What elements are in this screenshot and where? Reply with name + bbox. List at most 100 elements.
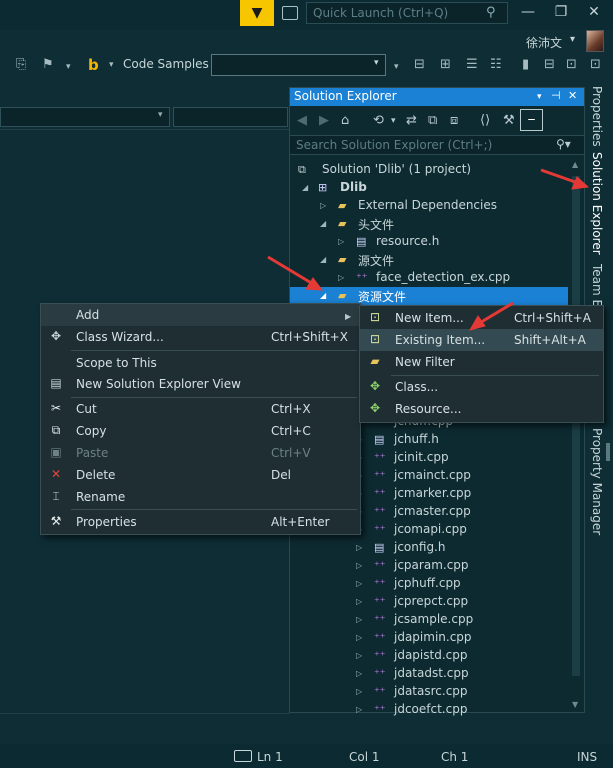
tree-item-file[interactable]: ▷ ⁺⁺ jcsample.cpp <box>290 611 568 629</box>
collapsed-arrow-icon[interactable]: ▷ <box>338 273 344 282</box>
show-all-files-icon[interactable]: ⧈ <box>450 113 458 128</box>
tree-item-folder[interactable]: ▷ ▰ External Dependencies <box>290 197 568 215</box>
menu-item-resource[interactable]: ✥ Resource... <box>360 398 603 420</box>
menu-item-cut[interactable]: ✂ Cut Ctrl+X <box>41 398 360 420</box>
search-icon[interactable]: ⚲▾ <box>556 137 571 151</box>
minimize-button[interactable]: — <box>516 4 540 20</box>
collapsed-arrow-icon[interactable]: ▷ <box>320 201 326 210</box>
tree-item-file[interactable]: ▷ ⁺⁺ jdapimin.cpp <box>290 629 568 647</box>
collapsed-arrow-icon[interactable]: ▷ <box>356 561 362 570</box>
tree-item-file[interactable]: ▷ ⁺⁺ jcparam.cpp <box>290 557 568 575</box>
collapse-all-icon[interactable]: ⧉ <box>428 113 437 128</box>
wrench-icon[interactable]: ⚒ <box>503 113 515 128</box>
menu-item-copy[interactable]: ⧉ Copy Ctrl+C <box>41 420 360 442</box>
chevron-down-icon[interactable]: ▾ <box>570 34 575 45</box>
collapsed-arrow-icon[interactable]: ▷ <box>356 579 362 588</box>
collapsed-arrow-icon[interactable]: ▷ <box>356 597 362 606</box>
back-icon[interactable]: ◀ <box>297 113 307 128</box>
user-name[interactable]: 徐沛文 <box>526 34 562 51</box>
close-icon[interactable]: ✕ <box>568 89 577 102</box>
expanded-arrow-icon[interactable]: ◢ <box>302 183 308 192</box>
menu-item-rename[interactable]: ⌶ Rename <box>41 486 360 508</box>
collapsed-arrow-icon[interactable]: ▷ <box>356 687 362 696</box>
collapsed-arrow-icon[interactable]: ▷ <box>356 615 362 624</box>
bookmark-icon[interactable]: ▮ <box>522 57 529 72</box>
search-icon[interactable]: ⚲ <box>486 5 496 20</box>
home-icon[interactable]: ⌂ <box>341 113 349 128</box>
avatar[interactable] <box>586 30 604 52</box>
toolbar-icon[interactable]: ⊡ <box>590 57 601 72</box>
toolbar-icon[interactable]: ⊞ <box>440 57 451 72</box>
toolbar-icon[interactable]: ⚑ <box>42 57 54 72</box>
scroll-up-icon[interactable]: ▲ <box>572 160 578 169</box>
toolbar-icon[interactable]: ⊟ <box>544 57 555 72</box>
expanded-arrow-icon[interactable]: ◢ <box>320 255 326 264</box>
tree-item-file[interactable]: ▷ ▤ resource.h <box>290 233 568 251</box>
menu-item-existing-item[interactable]: ⊡ Existing Item... Shift+Alt+A <box>360 329 603 351</box>
toolbar-icon[interactable]: ⊡ <box>566 57 577 72</box>
menu-item-new-item[interactable]: ⊡ New Item... Ctrl+Shift+A <box>360 307 603 329</box>
menu-item-new-filter[interactable]: ▰ New Filter <box>360 351 603 373</box>
menu-item-paste[interactable]: ▣ Paste Ctrl+V <box>41 442 360 464</box>
chevron-down-icon[interactable]: ▾ <box>158 110 163 120</box>
expanded-arrow-icon[interactable]: ◢ <box>320 219 326 228</box>
close-button[interactable]: ✕ <box>582 4 606 20</box>
tree-item-file[interactable]: ▷ ⁺⁺ jcphuff.cpp <box>290 575 568 593</box>
scrollbar-thumb[interactable] <box>572 176 580 676</box>
chevron-down-icon[interactable]: ▾ <box>537 92 542 102</box>
tree-item-file[interactable]: ▷ ⁺⁺ face_detection_ex.cpp <box>290 269 568 287</box>
menu-item-class[interactable]: ✥ Class... <box>360 376 603 398</box>
chevron-down-icon[interactable]: ▾ <box>109 60 114 70</box>
collapsed-arrow-icon[interactable]: ▷ <box>338 237 344 246</box>
tree-item-folder[interactable]: ◢ ▰ 头文件 <box>290 215 568 233</box>
tab-solution-explorer[interactable]: Solution Explorer <box>586 152 604 255</box>
menu-item-add[interactable]: Add <box>41 304 360 326</box>
restore-button[interactable]: ❐ <box>549 4 573 20</box>
sync-icon[interactable]: ⇄ <box>406 113 417 128</box>
solution-explorer-search-input[interactable]: Search Solution Explorer (Ctrl+;) <box>290 135 584 155</box>
tree-item-file[interactable]: ▷ ▤ jconfig.h <box>290 539 568 557</box>
tree-item-file[interactable]: ▷ ⁺⁺ jdatasrc.cpp <box>290 683 568 701</box>
tree-item-solution[interactable]: ⧉ Solution 'Dlib' (1 project) <box>290 161 568 179</box>
code-view-icon[interactable]: ⟨⟩ <box>480 113 490 128</box>
code-samples-input[interactable] <box>211 54 386 76</box>
tree-item-project[interactable]: ◢ ⊞ Dlib <box>290 179 568 197</box>
navigation-dropdown[interactable] <box>0 107 170 127</box>
tree-item-file[interactable]: ▷ ⁺⁺ jdcoefct.cpp <box>290 701 568 719</box>
toolbar-icon[interactable]: ☰ <box>466 57 478 72</box>
history-icon[interactable]: ⟲ <box>373 113 384 128</box>
bing-icon[interactable]: b <box>88 56 99 74</box>
expanded-arrow-icon[interactable]: ◢ <box>320 291 326 300</box>
tree-item-file[interactable]: ▷ ⁺⁺ jdapistd.cpp <box>290 647 568 665</box>
preview-selected-icon[interactable]: ⎯ <box>520 109 543 131</box>
tree-item-folder[interactable]: ◢ ▰ 源文件 <box>290 251 568 269</box>
tree-item-file[interactable]: ▷ ⁺⁺ jcprepct.cpp <box>290 593 568 611</box>
menu-item-scope-to-this[interactable]: Scope to This <box>41 352 360 374</box>
chevron-down-icon[interactable]: ▾ <box>391 116 396 126</box>
collapsed-arrow-icon[interactable]: ▷ <box>356 633 362 642</box>
collapsed-arrow-icon[interactable]: ▷ <box>356 669 362 678</box>
collapsed-arrow-icon[interactable]: ▷ <box>356 705 362 714</box>
menu-item-new-view[interactable]: ▤ New Solution Explorer View <box>41 373 360 395</box>
pin-icon[interactable]: ⊣ <box>551 89 561 102</box>
chevron-down-icon[interactable]: ▾ <box>394 62 399 72</box>
collapsed-arrow-icon[interactable]: ▷ <box>356 651 362 660</box>
forward-icon[interactable]: ▶ <box>319 113 329 128</box>
menu-item-class-wizard[interactable]: ✥ Class Wizard... Ctrl+Shift+X <box>41 326 360 348</box>
feedback-icon[interactable] <box>282 6 298 20</box>
chevron-down-icon[interactable]: ▾ <box>66 62 71 72</box>
menu-item-properties[interactable]: ⚒ Properties Alt+Enter <box>41 511 360 533</box>
tab-properties[interactable]: Properties <box>586 86 604 147</box>
filter-icon[interactable]: ▼ <box>240 0 274 26</box>
collapsed-arrow-icon[interactable]: ▷ <box>356 543 362 552</box>
quick-launch-input[interactable]: Quick Launch (Ctrl+Q) <box>306 2 508 24</box>
chevron-down-icon[interactable]: ▾ <box>374 58 379 68</box>
navigation-dropdown[interactable] <box>173 107 288 127</box>
tab-property-manager[interactable]: Property Manager <box>586 428 604 535</box>
tree-item-file[interactable]: ▷ ⁺⁺ jdatadst.cpp <box>290 665 568 683</box>
menu-item-delete[interactable]: ✕ Delete Del <box>41 464 360 486</box>
toolbar-icon[interactable]: ⎘ <box>16 57 26 72</box>
tab-team-explorer[interactable]: Team E <box>586 264 604 307</box>
scroll-down-icon[interactable]: ▼ <box>572 700 578 709</box>
toolbar-icon[interactable]: ⊟ <box>414 57 425 72</box>
